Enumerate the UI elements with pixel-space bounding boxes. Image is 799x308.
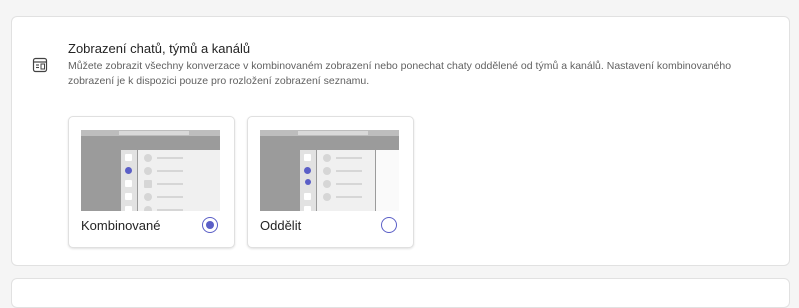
section-title: Zobrazení chatů, týmů a kanálů <box>68 41 251 56</box>
preview-combined-image <box>81 130 220 211</box>
option-separate-label: Oddělit <box>260 218 302 233</box>
option-separate[interactable]: Oddělit <box>247 116 414 248</box>
preview-separate-image <box>260 130 399 211</box>
radio-separate[interactable] <box>381 217 397 233</box>
settings-card-chat-view: Zobrazení chatů, týmů a kanálů Můžete zo… <box>11 16 790 266</box>
radio-combined[interactable] <box>202 217 218 233</box>
section-description: Můžete zobrazit všechny konverzace v kom… <box>68 60 732 87</box>
chat-layout-icon <box>32 57 48 73</box>
option-combined[interactable]: Kombinované <box>68 116 235 248</box>
option-combined-label: Kombinované <box>81 218 161 233</box>
next-settings-card <box>11 278 790 308</box>
